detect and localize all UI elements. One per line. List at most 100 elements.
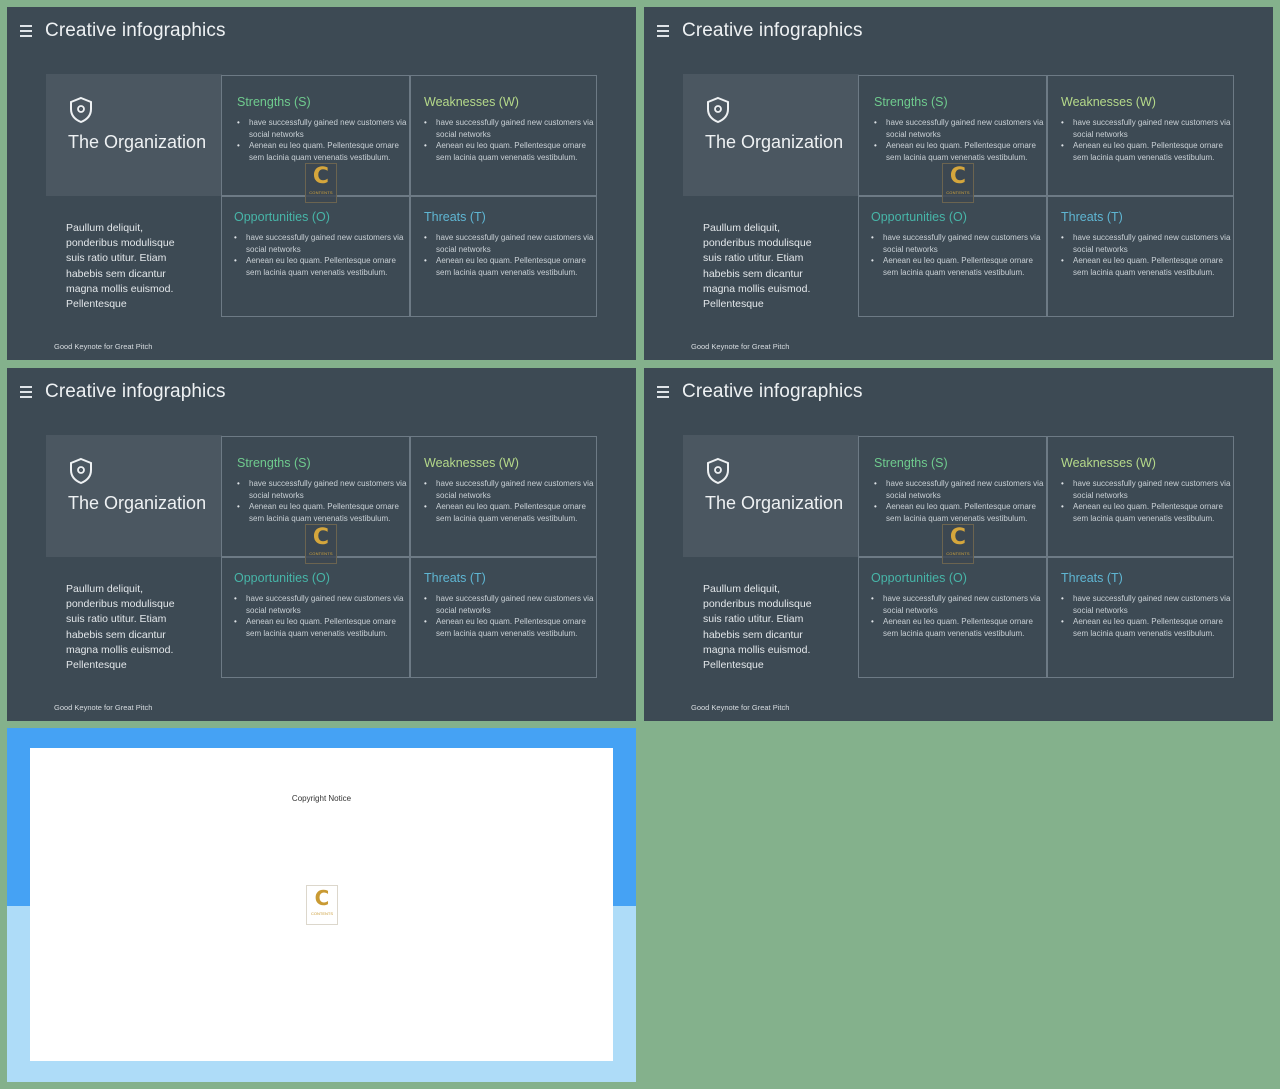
bullet-item: have successfully gained new customers v… — [424, 478, 599, 501]
hamburger-menu-icon — [20, 386, 32, 398]
strengths-heading: Strengths (S) — [874, 95, 948, 109]
slide-thumbnail[interactable]: Creative infographics The Organization P… — [7, 368, 636, 721]
bullet-item: Aenean eu leo quam. Pellentesque ornare … — [871, 255, 1046, 278]
bullet-item: Aenean eu leo quam. Pellentesque ornare … — [234, 255, 409, 278]
swot-threats: Threats (T) have successfully gained new… — [1061, 210, 1236, 278]
weaknesses-heading: Weaknesses (W) — [1061, 456, 1156, 470]
slide-title: Creative infographics — [45, 20, 226, 41]
bullet-item: have successfully gained new customers v… — [424, 117, 599, 140]
opportunities-heading: Opportunities (O) — [871, 571, 967, 585]
logo-letter: C — [314, 886, 330, 910]
grid-divider — [222, 556, 596, 558]
slide-footer: Good Keynote for Great Pitch — [54, 703, 153, 712]
watermark-letter: C — [312, 525, 330, 550]
slide-footer: Good Keynote for Great Pitch — [54, 342, 153, 351]
notice-paper: Copyright Notice C CONTENTS — [30, 748, 613, 1061]
swot-opportunities: Opportunities (O) have successfully gain… — [871, 571, 1046, 639]
swot-threats: Threats (T) have successfully gained new… — [424, 571, 599, 639]
bullet-item: Aenean eu leo quam. Pellentesque ornare … — [874, 140, 1049, 163]
bullet-item: have successfully gained new customers v… — [234, 232, 409, 255]
bullet-item: have successfully gained new customers v… — [424, 232, 599, 255]
bullet-item: Aenean eu leo quam. Pellentesque ornare … — [871, 616, 1046, 639]
logo-text: CONTENTS — [311, 911, 333, 916]
bullet-item: have successfully gained new customers v… — [234, 593, 409, 616]
description-text: Paullum deliquit, ponderibus modulisque … — [703, 583, 812, 672]
shield-icon — [70, 457, 92, 485]
slide-footer: Good Keynote for Great Pitch — [691, 342, 790, 351]
bullet-item: Aenean eu leo quam. Pellentesque ornare … — [424, 616, 599, 639]
bullet-item: Aenean eu leo quam. Pellentesque ornare … — [234, 616, 409, 639]
bullet-item: have successfully gained new customers v… — [871, 593, 1046, 616]
grid-divider — [859, 195, 1233, 197]
swot-grid: Strengths (S) have successfully gained n… — [221, 436, 597, 678]
bullet-item: have successfully gained new customers v… — [1061, 478, 1236, 501]
contents-logo: C CONTENTS — [306, 885, 338, 925]
watermark-logo: C CONTENTS — [942, 524, 974, 564]
bullet-item: have successfully gained new customers v… — [237, 117, 412, 140]
opportunities-heading: Opportunities (O) — [234, 571, 330, 585]
hamburger-menu-icon — [20, 25, 32, 37]
opportunities-heading: Opportunities (O) — [871, 210, 967, 224]
strengths-heading: Strengths (S) — [237, 95, 311, 109]
swot-weaknesses: Weaknesses (W) have successfully gained … — [1061, 456, 1236, 524]
watermark-logo: C CONTENTS — [305, 163, 337, 203]
swot-strengths: Strengths (S) have successfully gained n… — [874, 95, 1049, 163]
swot-strengths: Strengths (S) have successfully gained n… — [874, 456, 1049, 524]
watermark-letter: C — [949, 164, 967, 189]
weaknesses-heading: Weaknesses (W) — [424, 95, 519, 109]
description-text: Paullum deliquit, ponderibus modulisque … — [703, 222, 812, 311]
bullet-item: have successfully gained new customers v… — [1061, 593, 1236, 616]
copyright-notice-slide[interactable]: Copyright Notice C CONTENTS — [7, 728, 636, 1082]
bullet-item: Aenean eu leo quam. Pellentesque ornare … — [424, 140, 599, 163]
organization-title: The Organization — [68, 493, 207, 513]
shield-icon — [70, 96, 92, 124]
slide-thumbnail[interactable]: Creative infographics The Organization P… — [644, 7, 1273, 360]
watermark-text: CONTENTS — [946, 190, 970, 195]
swot-threats: Threats (T) have successfully gained new… — [1061, 571, 1236, 639]
grid-divider — [859, 556, 1233, 558]
slide-thumbnail[interactable]: Creative infographics The Organization P… — [7, 7, 636, 360]
swot-grid: Strengths (S) have successfully gained n… — [858, 75, 1234, 317]
slide-title: Creative infographics — [682, 381, 863, 402]
swot-weaknesses: Weaknesses (W) have successfully gained … — [424, 456, 599, 524]
watermark-text: CONTENTS — [309, 551, 333, 556]
threats-heading: Threats (T) — [1061, 210, 1123, 224]
threats-heading: Threats (T) — [1061, 571, 1123, 585]
slide-title: Creative infographics — [45, 381, 226, 402]
slide-thumbnail[interactable]: Creative infographics The Organization P… — [644, 368, 1273, 721]
swot-strengths: Strengths (S) have successfully gained n… — [237, 95, 412, 163]
swot-opportunities: Opportunities (O) have successfully gain… — [871, 210, 1046, 278]
description-text: Paullum deliquit, ponderibus modulisque … — [66, 222, 175, 311]
bullet-item: have successfully gained new customers v… — [1061, 232, 1236, 255]
bullet-item: have successfully gained new customers v… — [1061, 117, 1236, 140]
shield-icon — [707, 457, 729, 485]
shield-icon — [707, 96, 729, 124]
watermark-logo: C CONTENTS — [942, 163, 974, 203]
bullet-item: Aenean eu leo quam. Pellentesque ornare … — [1061, 616, 1236, 639]
slide-footer: Good Keynote for Great Pitch — [691, 703, 790, 712]
weaknesses-heading: Weaknesses (W) — [424, 456, 519, 470]
swot-strengths: Strengths (S) have successfully gained n… — [237, 456, 412, 524]
bullet-item: have successfully gained new customers v… — [424, 593, 599, 616]
bullet-item: have successfully gained new customers v… — [871, 232, 1046, 255]
bullet-item: Aenean eu leo quam. Pellentesque ornare … — [237, 501, 412, 524]
threats-heading: Threats (T) — [424, 210, 486, 224]
strengths-heading: Strengths (S) — [237, 456, 311, 470]
bullet-item: Aenean eu leo quam. Pellentesque ornare … — [874, 501, 1049, 524]
bullet-item: have successfully gained new customers v… — [237, 478, 412, 501]
strengths-heading: Strengths (S) — [874, 456, 948, 470]
organization-panel: The Organization — [683, 435, 859, 557]
swot-weaknesses: Weaknesses (W) have successfully gained … — [424, 95, 599, 163]
watermark-text: CONTENTS — [309, 190, 333, 195]
bullet-item: Aenean eu leo quam. Pellentesque ornare … — [1061, 140, 1236, 163]
slide-title: Creative infographics — [682, 20, 863, 41]
organization-panel: The Organization — [46, 435, 222, 557]
swot-grid: Strengths (S) have successfully gained n… — [858, 436, 1234, 678]
watermark-logo: C CONTENTS — [305, 524, 337, 564]
hamburger-menu-icon — [657, 25, 669, 37]
watermark-letter: C — [949, 525, 967, 550]
swot-opportunities: Opportunities (O) have successfully gain… — [234, 571, 409, 639]
organization-panel: The Organization — [683, 74, 859, 196]
watermark-text: CONTENTS — [946, 551, 970, 556]
bullet-item: Aenean eu leo quam. Pellentesque ornare … — [424, 255, 599, 278]
